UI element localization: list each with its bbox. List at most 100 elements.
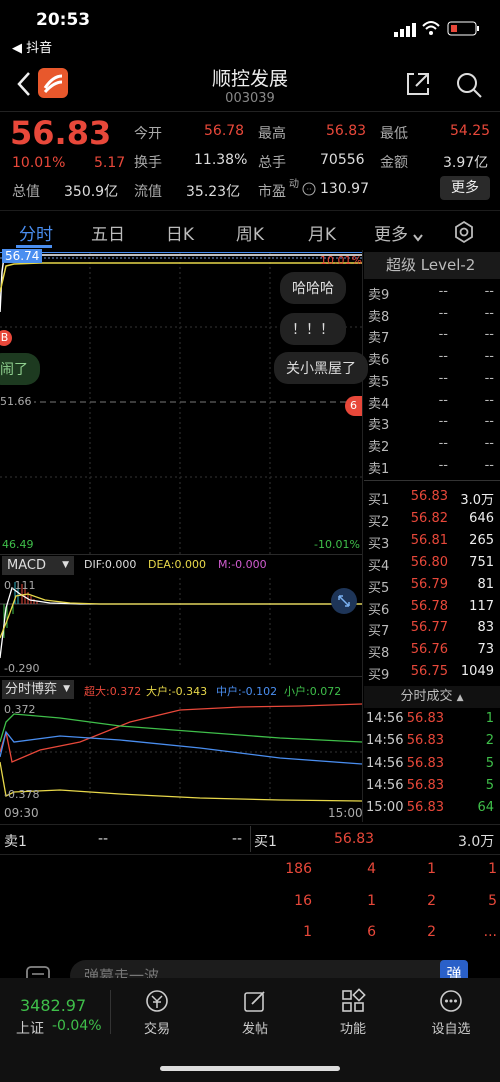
market-cap-value: 350.9亿 xyxy=(64,184,119,200)
bo-chart xyxy=(0,702,362,802)
nav-post[interactable]: 发帖 xyxy=(222,988,288,1037)
depth-sell-price: -- xyxy=(438,457,448,473)
current-price: 56.83 xyxy=(10,114,112,152)
depth-buy-label: 买6 xyxy=(368,602,390,618)
depth-sell-price: -- xyxy=(438,284,448,299)
info-icon[interactable]: ·· xyxy=(302,181,316,196)
trade-time: 14:56 xyxy=(366,777,404,793)
depth-buy-price: 56.78 xyxy=(410,598,448,614)
queue-order-qty: 1 xyxy=(367,892,376,909)
back-to-app[interactable]: ◀ 抖音 xyxy=(12,37,52,56)
pe-sup: 动 xyxy=(289,179,299,190)
macd-selector[interactable]: MACD ▼ xyxy=(2,556,74,575)
queue-order-qty: 5 xyxy=(488,892,497,909)
danmu-bubble: 关小黑屋了 xyxy=(274,352,368,384)
more-button[interactable]: 更多 xyxy=(440,176,490,200)
macd-dif: DIF:0.000 xyxy=(84,558,137,571)
back-icon[interactable] xyxy=(14,70,34,98)
turnover-value: 11.38% xyxy=(194,152,248,168)
dropdown-icon: ▼ xyxy=(63,684,70,694)
bo-medium: 中户:-0.102 xyxy=(216,685,278,698)
turnover-label: 换手 xyxy=(134,155,162,171)
battery-icon xyxy=(447,21,481,36)
nav-watchlist[interactable]: 设自选 xyxy=(418,988,484,1037)
depth-buy-vol: 117 xyxy=(469,598,494,614)
level2-title[interactable]: 超级 Level-2 xyxy=(364,252,500,279)
depth-buy-vol: 265 xyxy=(469,532,494,548)
chart-marker[interactable]: 6 xyxy=(345,396,362,416)
pe-value: 130.97 xyxy=(320,181,369,197)
trade-volume: 64 xyxy=(477,800,494,816)
change-percent: 10.01% xyxy=(12,155,66,171)
stock-code: 003039 xyxy=(225,91,275,106)
chart-top-pct: 10.01% xyxy=(320,254,362,267)
nav-functions-label: 功能 xyxy=(339,1022,366,1037)
depth-buy-price: 56.79 xyxy=(410,576,448,592)
depth-sell-vol: -- xyxy=(484,392,494,408)
depth-buy-price: 56.81 xyxy=(410,532,448,548)
tab-more[interactable]: 更多 xyxy=(366,220,416,245)
app-logo-icon xyxy=(38,68,68,98)
trade-volume: 5 xyxy=(485,755,494,771)
chart-bottom-price: 46.49 xyxy=(2,538,34,551)
depth-sell-vol: -- xyxy=(484,457,494,473)
depth-buy-label: 买1 xyxy=(368,493,390,508)
bo-selector[interactable]: 分时博弈 ▼ xyxy=(2,680,74,699)
queue-order-qty: ... xyxy=(483,924,497,940)
trade-price: 56.83 xyxy=(406,800,444,816)
pe-label: 市盈 xyxy=(258,184,286,200)
trade-time: 15:00 xyxy=(366,800,404,816)
time-end: 15:00 xyxy=(328,806,363,820)
tab-five-day[interactable]: 五日 xyxy=(80,220,136,245)
share-icon[interactable] xyxy=(404,70,432,98)
macd-top: 0.111 xyxy=(4,579,36,592)
chart-bottom-pct: -10.01% xyxy=(314,538,360,551)
tab-weekly-k[interactable]: 周K xyxy=(222,220,278,245)
depth-buy-price: 56.75 xyxy=(410,664,448,680)
trade-time: 14:56 xyxy=(366,711,404,726)
search-icon[interactable] xyxy=(454,70,484,100)
depth-sell-price: -- xyxy=(438,349,448,365)
index-value[interactable]: 3482.97 xyxy=(20,996,86,1015)
trades-title[interactable]: 分时成交 ▲ xyxy=(364,686,500,708)
depth-sell-price: -- xyxy=(438,435,448,451)
float-cap-value: 35.23亿 xyxy=(186,184,241,200)
nav-functions[interactable]: 功能 xyxy=(320,988,386,1037)
depth-buy-label: 买9 xyxy=(368,668,390,684)
yen-icon xyxy=(146,990,168,1012)
expand-icon[interactable] xyxy=(331,588,357,614)
depth-sell-label: 卖1 xyxy=(368,461,390,477)
chevron-down-icon[interactable] xyxy=(412,228,424,242)
depth-buy-vol: 83 xyxy=(477,620,494,636)
open-value: 56.78 xyxy=(204,123,245,139)
queue-order-qty: 1 xyxy=(427,861,436,877)
trade-volume: 5 xyxy=(485,777,494,793)
nav-trade[interactable]: 交易 xyxy=(124,988,190,1037)
depth-sell-vol: -- xyxy=(484,349,494,365)
danmu-bubble: 闹了 xyxy=(0,353,40,385)
queue-order-qty: 6 xyxy=(367,924,376,940)
trade-volume: 1 xyxy=(485,711,494,726)
tab-intraday[interactable]: 分时 xyxy=(8,220,64,245)
depth-buy-label: 买5 xyxy=(368,580,390,596)
buy-marker[interactable]: B xyxy=(0,331,9,344)
tab-daily-k[interactable]: 日K xyxy=(152,220,208,245)
trade-time: 14:56 xyxy=(366,755,404,771)
depth-buy-price: 56.76 xyxy=(410,642,448,658)
edit-icon xyxy=(244,991,265,1012)
depth-sell-vol: -- xyxy=(484,414,494,430)
queue-order-qty: 16 xyxy=(294,892,312,909)
volume-label: 总手 xyxy=(258,155,286,171)
amount-value: 3.97亿 xyxy=(443,155,489,171)
gear-icon[interactable] xyxy=(452,220,476,244)
nav-post-label: 发帖 xyxy=(241,1022,268,1037)
home-indicator xyxy=(160,1066,340,1071)
tab-monthly-k[interactable]: 月K xyxy=(294,220,350,245)
depth-sell-vol: -- xyxy=(484,370,494,386)
wifi-icon xyxy=(422,20,440,36)
bo-small: 小户:0.072 xyxy=(284,685,342,698)
queue-order-qty: 4 xyxy=(367,861,376,877)
depth-sell-label: 卖9 xyxy=(368,288,390,303)
queue-sell-label: 卖1 xyxy=(4,834,27,850)
high-label: 最高 xyxy=(258,126,286,142)
